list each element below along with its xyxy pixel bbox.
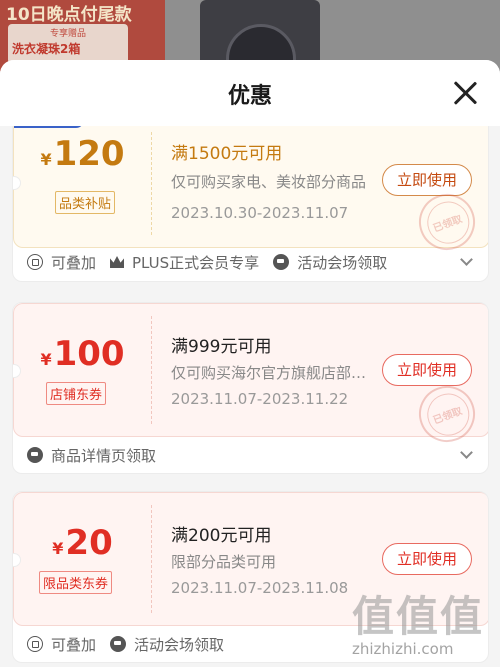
currency-symbol: ¥ xyxy=(52,539,64,558)
coupon-type-tag: 限品类东券 xyxy=(39,571,113,594)
sheet-title: 优惠 xyxy=(227,84,272,109)
coupon-divider xyxy=(151,505,152,613)
coupon-value: 100 xyxy=(53,334,125,374)
coupon-condition: 满1500元可用 xyxy=(171,144,283,164)
coupon-amount: ¥20 xyxy=(14,523,151,563)
coupon-amount: ¥100 xyxy=(14,334,151,374)
expand-chevron-icon[interactable] xyxy=(460,253,473,266)
coupon-description: 仅可购买海尔官方旗舰店部分商品 xyxy=(171,364,381,382)
watermark-url: zhizhizhi.com xyxy=(352,640,454,658)
coupon-condition: 满200元可用 xyxy=(171,526,272,546)
coupon-card: ¥120 品类补贴 满1500元可用 仅可购买家电、美妆部分商品 2023.10… xyxy=(12,126,489,282)
coupon-value: 120 xyxy=(53,134,125,174)
claimed-stamp-icon: 已领取 xyxy=(411,378,483,450)
sheet-header: 优惠 xyxy=(0,60,500,126)
claimed-stamp-icon: 已领取 xyxy=(411,186,483,258)
coupon-sheet: 优惠 ¥120 品类补贴 满1500元可用 仅可购买家电、美妆部分商品 2023… xyxy=(0,60,500,667)
use-now-button[interactable]: 立即使用 xyxy=(382,543,472,575)
use-now-button[interactable]: 立即使用 xyxy=(382,354,472,386)
coupon-description: 限部分品类可用 xyxy=(171,553,277,571)
coupon-date-range: 2023.10.30-2023.11.07 xyxy=(171,204,349,222)
currency-symbol: ¥ xyxy=(40,350,52,369)
coupon-meta: 可叠加 PLUS正式会员专享 活动会场领取 xyxy=(27,252,401,272)
coupon-divider xyxy=(151,132,152,235)
use-now-button[interactable]: 立即使用 xyxy=(382,164,472,196)
venue-icon xyxy=(110,636,127,652)
crown-icon xyxy=(110,256,125,268)
coupon-body: ¥100 店铺东券 满999元可用 仅可购买海尔官方旗舰店部分商品 2023.1… xyxy=(13,303,488,450)
meta-source: 活动会场领取 xyxy=(110,634,224,655)
coupon-type-tag: 店铺东券 xyxy=(46,382,107,405)
coupon-divider xyxy=(151,316,152,424)
promo-banner-title: 10日晚点付尾款 xyxy=(6,5,132,25)
coupon-meta: 商品详情页领取 xyxy=(27,445,170,465)
meta-stackable: 可叠加 xyxy=(27,634,96,655)
meta-source: 商品详情页领取 xyxy=(27,445,156,466)
close-icon[interactable] xyxy=(450,78,480,108)
expand-chevron-icon[interactable] xyxy=(460,446,473,459)
venue-icon xyxy=(273,254,290,270)
coupon-type-tag: 品类补贴 xyxy=(55,191,116,214)
venue-icon xyxy=(27,447,43,463)
coupon-notch xyxy=(13,176,21,190)
stackable-icon xyxy=(27,254,43,270)
coupon-amount: ¥120 xyxy=(14,134,151,174)
coupon-description: 仅可购买家电、美妆部分商品 xyxy=(171,173,367,191)
coupon-condition: 满999元可用 xyxy=(171,337,272,357)
meta-stackable: 可叠加 xyxy=(27,252,96,273)
coupon-body: ¥120 品类补贴 满1500元可用 仅可购买家电、美妆部分商品 2023.10… xyxy=(13,126,488,258)
meta-source: 活动会场领取 xyxy=(273,252,387,273)
promo-gift-box: 专享赠品 洗衣凝珠2箱 xyxy=(8,24,128,64)
watermark-logo: 值值值 xyxy=(352,592,485,641)
meta-plus-member: PLUS正式会员专享 xyxy=(110,252,259,273)
promo-gift-text: 洗衣凝珠2箱 xyxy=(12,42,81,56)
stackable-icon xyxy=(27,636,43,652)
currency-symbol: ¥ xyxy=(40,150,52,169)
promo-gift-label: 专享赠品 xyxy=(49,29,86,39)
coupon-value: 20 xyxy=(65,523,113,563)
member-badge xyxy=(14,126,84,128)
coupon-date-range: 2023.11.07-2023.11.22 xyxy=(171,390,349,408)
coupon-date-range: 2023.11.07-2023.11.08 xyxy=(171,579,349,597)
coupon-card: ¥100 店铺东券 满999元可用 仅可购买海尔官方旗舰店部分商品 2023.1… xyxy=(12,302,489,474)
coupon-meta: 可叠加 活动会场领取 xyxy=(27,634,238,654)
